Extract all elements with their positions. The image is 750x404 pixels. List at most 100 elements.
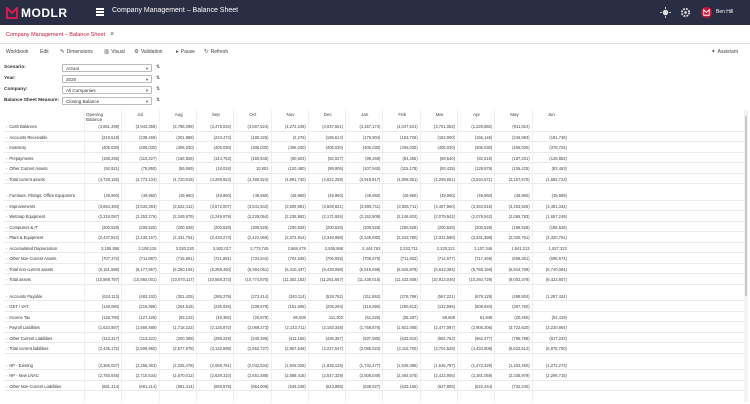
table-cell[interactable]: (5,622,512) [494,346,530,351]
table-cell[interactable]: (562,477) [457,336,493,341]
table-row[interactable]: › Computers & IT (200,528) (200,528) (200,52… [4,222,744,232]
table-cell[interactable]: (10,970,117) [159,277,194,282]
table-cell[interactable]: (1,545,787) [420,363,455,368]
table-cell[interactable]: (106,425) [494,166,530,171]
table-cell[interactable]: (92,921) [84,166,119,171]
table-cell[interactable]: (5,875,700) [532,346,567,351]
table-cell[interactable]: (10,558,373) [196,277,231,282]
table-cell[interactable]: (11,439,015) [345,277,380,282]
scenario-select[interactable]: Actual ▼ [62,64,152,72]
table-cell[interactable]: (714,577) [420,256,455,261]
table-row[interactable]: › Inventory (406,030) (406,030) (406,030) (40… [4,142,744,153]
assistant-button[interactable]: ✦ Assistant [711,49,738,55]
column-header[interactable]: Oct [249,112,256,117]
table-cell[interactable]: (126,852) [532,156,567,161]
table-cell[interactable]: (406,030) [420,145,455,150]
table-cell[interactable]: (3,220,864) [532,325,567,330]
table-cell[interactable]: (817,233) [532,336,567,341]
table-row[interactable]: › GST / VAT (148,080) (216,988) (264,515) (23… [4,301,744,312]
table-cell[interactable]: (2,253,276) [121,214,157,219]
table-cell[interactable]: (49,960) [420,193,455,198]
table-cell[interactable]: (6,250,104) [159,267,194,272]
table-cell[interactable]: (1,228,882) [457,124,492,129]
table-cell[interactable]: (272,414) [233,294,269,299]
table-cell[interactable]: 1,827,322 [532,246,567,251]
table-cell[interactable]: (3,132,598) [196,346,231,351]
table-cell[interactable]: (706,935) [308,256,344,261]
row-label[interactable]: › Furniture, Fittings, Office Equipment [6,193,75,198]
column-header[interactable]: Jul [137,112,143,117]
table-cell[interactable]: (2,249,979) [159,214,194,219]
table-cell[interactable]: (246,983) [494,135,530,140]
row-label[interactable]: › Other Non-Current Liabilities [6,384,61,389]
row-label[interactable]: › Total non-current assets [6,267,53,272]
avatar[interactable] [701,7,712,18]
table-cell[interactable]: (2,125,872) [196,325,231,330]
table-cell[interactable]: (2,464,575) [382,373,418,378]
table-cell[interactable]: (406,030) [345,145,381,150]
table-cell[interactable]: (406,030) [196,145,232,150]
table-cell[interactable]: (113,222) [121,336,156,341]
table-cell[interactable]: (49,960) [121,193,156,198]
table-cell[interactable]: (668,351) [494,256,530,261]
sort-icon[interactable]: ⇅ [156,64,160,70]
table-cell[interactable]: 2,107,346 [457,246,492,251]
row-label[interactable]: › Accumulated Depreciation [6,246,57,251]
table-cell[interactable]: (200,528) [196,225,232,230]
table-cell[interactable]: (8,422,807) [532,277,567,282]
table-cell[interactable]: (52,419) [532,315,567,320]
table-cell[interactable]: (200,528) [457,225,493,230]
table-cell[interactable]: (49,382) [196,315,231,320]
table-cell[interactable]: (2,366,027) [84,363,119,368]
table-cell[interactable]: (188,528) [494,225,530,230]
table-cell[interactable]: (3,487,960) [420,204,455,209]
table-cell[interactable]: (2,430,273) [196,235,231,240]
table-cell[interactable]: (2,957,548) [271,346,306,351]
table-cell[interactable]: (3,453,926) [494,204,530,209]
table-cell[interactable]: (498,804) [494,294,530,299]
table-cell[interactable]: (150,545) [233,156,269,161]
table-cell[interactable]: (6,740,084) [532,267,567,272]
table-cell[interactable]: 1,841,213 [494,246,529,251]
table-cell[interactable]: (1,403,480) [494,363,530,368]
table-cell[interactable]: (1,921,005) [382,325,418,330]
table-cell[interactable]: (128,780) [84,315,120,320]
row-label[interactable]: › Accounts Receivable [6,135,48,140]
table-cell[interactable]: 2,773,745 [233,246,268,251]
visual-button[interactable]: ▥ Visual [104,49,125,55]
table-row[interactable]: › Other Non-Current Assets (707,372) (711,8… [4,253,744,264]
table-cell[interactable]: (200,528) [84,225,120,230]
workbook-menu[interactable]: Workbook [6,49,28,55]
table-cell[interactable]: (208,294) [308,304,344,309]
table-row[interactable]: › Improvements (3,654,393) (3,634,393) (3,62… [4,201,744,211]
dimensions-button[interactable]: ✎ Dimensions [60,49,93,55]
table-cell[interactable]: (4,720,015) [159,177,194,182]
edit-menu[interactable]: Edit [40,49,49,55]
table-cell[interactable]: (2,588,416) [271,373,306,378]
table-cell[interactable]: 10,802 [233,166,269,171]
table-cell[interactable]: (609,640) [457,304,493,309]
company-select[interactable]: All Companies ▼ [62,86,152,94]
table-cell[interactable]: (6,519,098) [345,267,380,272]
table-cell[interactable]: (3,484,816) [457,204,492,209]
chevron-right-icon[interactable]: › [6,315,7,320]
table-cell[interactable]: (537,580) [345,336,381,341]
table-cell[interactable]: (11,302,182) [271,277,306,282]
table-cell[interactable]: (6,758,158) [457,267,492,272]
table-cell[interactable]: (633,010) [382,336,418,341]
column-header[interactable]: Aug [175,112,183,117]
table-cell[interactable]: (1,657,249) [532,214,567,219]
table-cell[interactable]: (3,654,393) [84,204,119,209]
table-cell[interactable]: (1,272,273) [532,363,567,368]
table-cell[interactable]: 2,333,711 [382,246,418,251]
table-cell[interactable]: (627,805) [420,384,455,389]
column-header[interactable]: Dec [324,112,332,117]
table-cell[interactable]: (90,603) [271,156,306,161]
table-cell[interactable]: (584,763) [420,336,455,341]
table-cell[interactable]: 2,932,017 [196,246,231,251]
table-cell[interactable]: (567,221) [420,294,455,299]
table-cell[interactable]: (643,888) [308,384,344,389]
table-cell[interactable]: (483,102) [121,294,157,299]
chevron-right-icon[interactable]: › [6,373,7,378]
table-cell[interactable]: (311,952) [345,294,380,299]
